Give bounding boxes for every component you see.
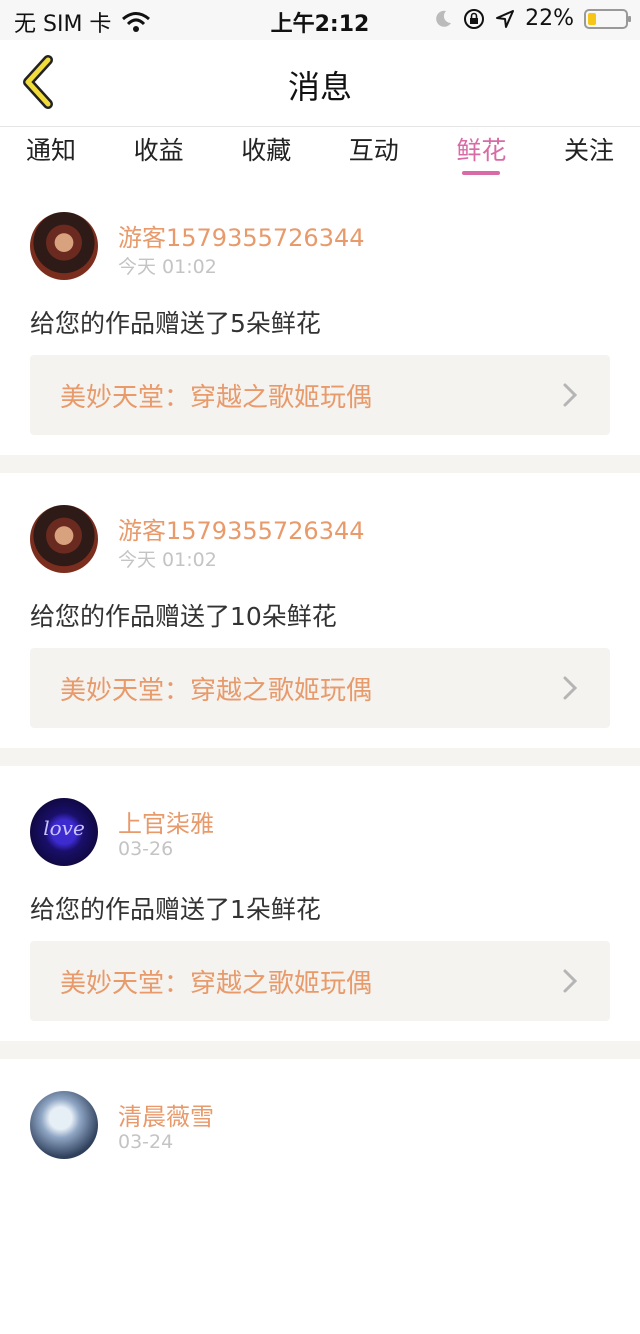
status-bar: 无 SIM 卡 上午2:12 22% <box>0 0 640 40</box>
tab-follow[interactable]: 关注 <box>562 127 616 179</box>
avatar-text: love <box>43 816 85 840</box>
tab-bar: 通知 收益 收藏 互动 鲜花 关注 <box>0 127 640 179</box>
tab-flowers[interactable]: 鲜花 <box>454 127 508 179</box>
work-title: 美妙天堂：穿越之歌姬玩偶 <box>60 676 373 706</box>
chevron-right-icon <box>563 969 578 993</box>
divider <box>0 748 640 766</box>
work-link[interactable]: 美妙天堂：穿越之歌姬玩偶 <box>30 648 610 728</box>
location-icon <box>496 9 515 28</box>
chevron-right-icon <box>563 676 578 700</box>
work-title: 美妙天堂：穿越之歌姬玩偶 <box>60 383 373 413</box>
message-time: 03-26 <box>118 838 174 860</box>
page-title: 消息 <box>287 68 352 106</box>
tab-notice[interactable]: 通知 <box>24 127 78 179</box>
tab-interaction[interactable]: 互动 <box>347 127 401 179</box>
divider <box>0 1041 640 1059</box>
avatar[interactable]: love <box>30 798 98 866</box>
work-link[interactable]: 美妙天堂：穿越之歌姬玩偶 <box>30 355 610 435</box>
message-card: 清晨薇雪 03-24 <box>0 1059 640 1334</box>
moon-icon <box>436 10 452 27</box>
username[interactable]: 上官柒雅 <box>118 804 214 839</box>
avatar[interactable] <box>30 1091 98 1159</box>
rotation-lock-icon <box>464 8 485 29</box>
work-title: 美妙天堂：穿越之歌姬玩偶 <box>60 969 373 999</box>
battery-fill <box>588 12 596 25</box>
message-card: 游客1579355726344 今天 01:02 给您的作品赠送了10朵鲜花 美… <box>0 473 640 748</box>
username[interactable]: 清晨薇雪 <box>118 1097 214 1132</box>
message-list: 游客1579355726344 今天 01:02 给您的作品赠送了5朵鲜花 美妙… <box>0 180 640 1334</box>
work-link[interactable]: 美妙天堂：穿越之歌姬玩偶 <box>30 941 610 1021</box>
message-text: 给您的作品赠送了10朵鲜花 <box>30 602 337 631</box>
username[interactable]: 游客1579355726344 <box>118 511 365 546</box>
username[interactable]: 游客1579355726344 <box>118 218 365 253</box>
avatar[interactable] <box>30 505 98 573</box>
message-text: 给您的作品赠送了1朵鲜花 <box>30 895 321 924</box>
battery-icon <box>584 8 631 29</box>
message-time: 03-24 <box>118 1131 174 1153</box>
tab-earnings[interactable]: 收益 <box>132 127 186 179</box>
message-time: 今天 01:02 <box>118 256 217 278</box>
battery-percent: 22% <box>525 6 574 31</box>
tab-favorites[interactable]: 收藏 <box>239 127 293 179</box>
message-card: 游客1579355726344 今天 01:02 给您的作品赠送了5朵鲜花 美妙… <box>0 180 640 455</box>
nav-bar: 消息 <box>0 40 640 127</box>
chevron-right-icon <box>563 383 578 407</box>
message-text: 给您的作品赠送了5朵鲜花 <box>30 309 321 338</box>
message-time: 今天 01:02 <box>118 549 217 571</box>
avatar[interactable] <box>30 212 98 280</box>
divider <box>0 455 640 473</box>
message-card: love 上官柒雅 03-26 给您的作品赠送了1朵鲜花 美妙天堂：穿越之歌姬玩… <box>0 766 640 1041</box>
status-right: 22% <box>433 6 631 31</box>
